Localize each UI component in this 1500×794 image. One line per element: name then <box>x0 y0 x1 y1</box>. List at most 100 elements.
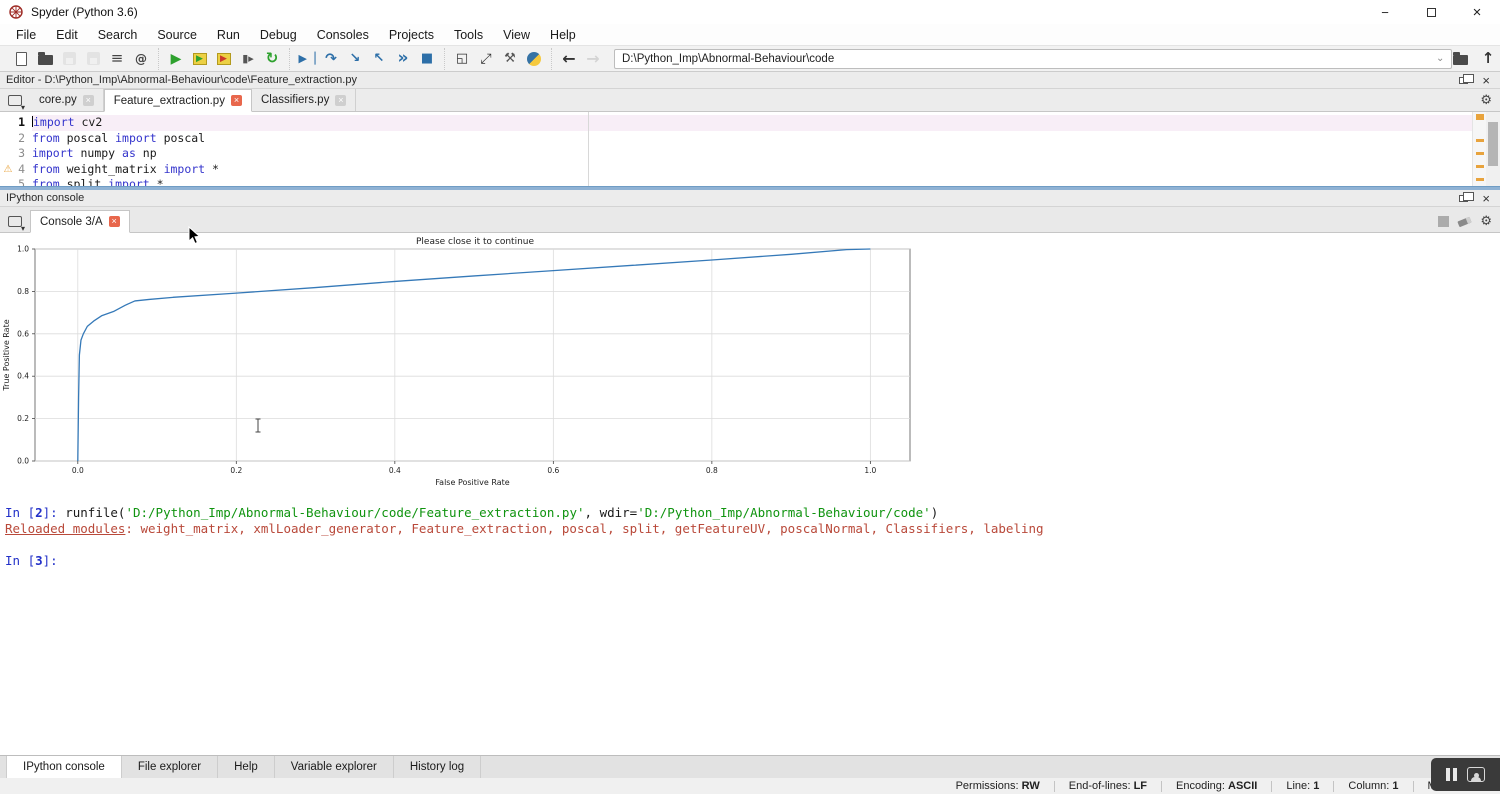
minimize-icon: − <box>1381 5 1389 20</box>
open-file-button[interactable] <box>33 48 57 70</box>
run-selection-button[interactable]: ▮▸ <box>236 48 260 70</box>
run-cell-button[interactable] <box>188 48 212 70</box>
minimize-button[interactable]: − <box>1362 0 1408 24</box>
code-editor[interactable]: 1import cv22from poscal import poscal3im… <box>0 112 1500 186</box>
console-pane-title: IPython console <box>6 192 84 204</box>
window-title: Spyder (Python 3.6) <box>31 5 138 19</box>
step-return-icon: ↖ <box>374 52 385 65</box>
menu-search[interactable]: Search <box>88 26 148 44</box>
back-icon: ← <box>562 51 575 67</box>
continue-execution-button[interactable]: » <box>391 48 415 70</box>
preferences-button[interactable]: ⚒ <box>498 48 522 70</box>
fullscreen-icon: ⤢ <box>480 52 491 66</box>
undock-pane-icon[interactable] <box>1459 195 1468 202</box>
menu-view[interactable]: View <box>493 26 540 44</box>
menu-debug[interactable]: Debug <box>250 26 307 44</box>
editor-scrollbar-thumb[interactable] <box>1488 122 1498 166</box>
close-tab-icon[interactable]: × <box>83 95 94 106</box>
status-permissions: Permissions: RW <box>956 780 1040 792</box>
back-button[interactable]: ← <box>557 48 581 70</box>
warning-icon <box>0 146 16 162</box>
symbol-finder-button[interactable]: @ <box>129 48 153 70</box>
svg-text:0.2: 0.2 <box>17 414 29 423</box>
column-edge-line <box>588 112 589 186</box>
close-pane-icon[interactable]: × <box>1482 74 1490 87</box>
browse-tabs-icon[interactable] <box>8 216 22 227</box>
run-cell-icon <box>193 53 207 65</box>
interrupt-kernel-icon[interactable] <box>1438 216 1449 227</box>
console-line <box>5 537 1044 553</box>
maximize-pane-button[interactable]: ◱ <box>450 48 474 70</box>
save-all-button[interactable] <box>81 48 105 70</box>
open-dir-button[interactable] <box>1448 48 1472 70</box>
browse-tabs-icon[interactable] <box>8 95 22 106</box>
remove-variables-icon[interactable] <box>1458 216 1472 226</box>
plugin-tab-variable-explorer[interactable]: Variable explorer <box>275 756 394 778</box>
menu-file[interactable]: File <box>6 26 46 44</box>
forward-button[interactable]: → <box>581 48 605 70</box>
menu-run[interactable]: Run <box>207 26 250 44</box>
python-env-button[interactable] <box>522 48 546 70</box>
pause-recording-icon[interactable] <box>1446 768 1457 781</box>
file-switcher-icon: ≡ <box>111 51 124 66</box>
debug-file-icon: ▶▕ <box>299 53 316 64</box>
menu-bar: FileEditSearchSourceRunDebugConsolesProj… <box>0 24 1500 45</box>
menu-help[interactable]: Help <box>540 26 586 44</box>
new-file-icon <box>16 52 27 66</box>
warning-icon: ⚠ <box>0 162 16 178</box>
console-line: Reloaded modules: weight_matrix, xmlLoad… <box>5 521 1044 537</box>
fullscreen-button[interactable]: ⤢ <box>474 48 498 70</box>
editor-pane-title: Editor - D:\Python_Imp\Abnormal-Behaviou… <box>6 74 357 86</box>
console-line: In [3]: <box>5 553 1044 569</box>
editor-options-gear-icon[interactable]: ⚙ <box>1480 94 1492 107</box>
menu-projects[interactable]: Projects <box>379 26 444 44</box>
working-directory-input[interactable] <box>614 49 1452 69</box>
debug-file-button[interactable]: ▶▕ <box>295 48 319 70</box>
title-bar: Spyder (Python 3.6) − × <box>0 0 1500 24</box>
undock-pane-icon[interactable] <box>1459 77 1468 84</box>
file-switcher-button[interactable]: ≡ <box>105 48 129 70</box>
run-button[interactable]: ▶ <box>164 48 188 70</box>
webcam-icon[interactable] <box>1467 767 1485 782</box>
close-tab-icon[interactable]: × <box>109 216 120 227</box>
plugin-tab-help[interactable]: Help <box>218 756 275 778</box>
code-line: 5from split import * <box>0 177 1472 186</box>
plugin-tab-file-explorer[interactable]: File explorer <box>122 756 218 778</box>
console-tab[interactable]: Console 3/A × <box>30 210 130 233</box>
close-tab-icon[interactable]: × <box>231 95 242 106</box>
editor-tab-Feature_extraction.py[interactable]: Feature_extraction.py × <box>104 89 252 112</box>
editor-tab-core.py[interactable]: core.py× <box>30 89 104 111</box>
menu-consoles[interactable]: Consoles <box>307 26 379 44</box>
close-tab-icon[interactable]: × <box>335 95 346 106</box>
svg-text:0.8: 0.8 <box>17 287 29 296</box>
plugin-tab-history-log[interactable]: History log <box>394 756 481 778</box>
console-options-gear-icon[interactable]: ⚙ <box>1480 215 1492 228</box>
code-line: ⚠4from weight_matrix import * <box>0 162 1472 178</box>
save-button[interactable] <box>57 48 81 70</box>
run-icon: ▶ <box>171 52 182 66</box>
svg-text:True Positive Rate: True Positive Rate <box>2 319 11 391</box>
close-button[interactable]: × <box>1454 0 1500 24</box>
tab-label: Feature_extraction.py <box>114 95 225 107</box>
new-file-button[interactable] <box>9 48 33 70</box>
editor-scrollbar[interactable] <box>1486 112 1500 186</box>
code-line: 2from poscal import poscal <box>0 131 1472 147</box>
close-pane-icon[interactable]: × <box>1482 192 1490 205</box>
step-over-button[interactable]: ↷ <box>319 48 343 70</box>
step-into-button[interactable]: ↘ <box>343 48 367 70</box>
menu-source[interactable]: Source <box>147 26 207 44</box>
menu-edit[interactable]: Edit <box>46 26 88 44</box>
console-output-area[interactable]: ROC of KNN AUC: 0.8656896851393444 Pleas… <box>0 233 1500 755</box>
maximize-button[interactable] <box>1408 0 1454 24</box>
status-separator <box>1054 781 1055 792</box>
step-return-button[interactable]: ↖ <box>367 48 391 70</box>
menu-tools[interactable]: Tools <box>444 26 493 44</box>
parent-dir-button[interactable]: ↑ <box>1476 48 1500 70</box>
plugin-tab-ipython-console[interactable]: IPython console <box>6 756 122 778</box>
editor-tab-Classifiers.py[interactable]: Classifiers.py× <box>252 89 356 111</box>
run-cell-advance-button[interactable] <box>212 48 236 70</box>
console-tab-label: Console 3/A <box>40 216 103 228</box>
debug-stop-button[interactable]: ■ <box>415 48 439 70</box>
spyder-window: Spyder (Python 3.6) − × FileEditSearchSo… <box>0 0 1500 794</box>
rerun-cell-button[interactable]: ↻ <box>260 48 284 70</box>
